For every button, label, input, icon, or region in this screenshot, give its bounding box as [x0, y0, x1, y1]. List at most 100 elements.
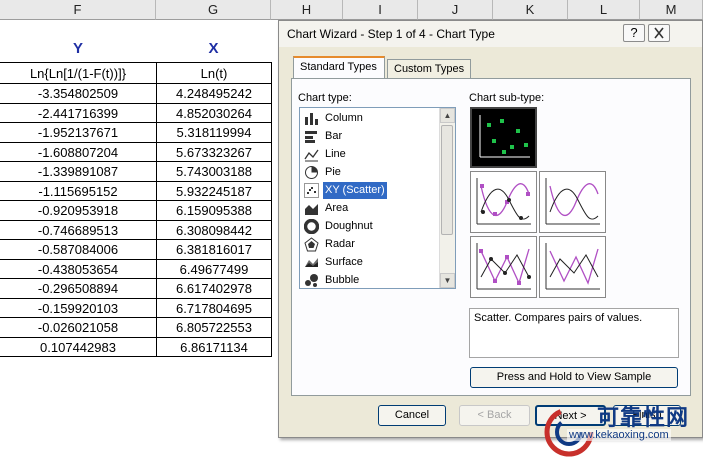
chart-type-label-text: Bubble — [325, 274, 360, 286]
title-bar[interactable]: Chart Wizard - Step 1 of 4 - Chart Type … — [279, 21, 702, 47]
column-header-g[interactable]: G — [156, 0, 271, 20]
chart-type-item[interactable]: Radar — [302, 236, 438, 253]
close-icon — [654, 27, 664, 39]
chart-type-item[interactable]: Column — [302, 110, 438, 127]
y-value-cell[interactable]: -3.354802509 — [0, 84, 157, 104]
chart-type-item[interactable]: Bar — [302, 128, 438, 145]
chart-type-label-text: Doughnut — [325, 220, 373, 232]
doughnut-chart-icon — [304, 219, 319, 234]
column-header-m[interactable]: M — [640, 0, 703, 20]
x-value-cell[interactable]: 6.159095388 — [156, 201, 272, 221]
radar-chart-icon — [304, 237, 319, 252]
scatter-markers-icon — [479, 115, 530, 158]
subtype-straight-markers[interactable] — [470, 236, 537, 298]
chart-type-item[interactable]: Line — [302, 146, 438, 163]
chart-type-item[interactable]: Bubble — [302, 272, 438, 288]
help-button[interactable]: ? — [623, 24, 645, 42]
watermark-brand: 可靠性网 — [597, 405, 690, 430]
y-value-cell[interactable]: 0.107442983 — [0, 338, 157, 357]
y-value-cell[interactable]: -0.026021058 — [0, 318, 157, 338]
chart-type-label-text: Pie — [325, 166, 341, 178]
dialog-title: Chart Wizard - Step 1 of 4 - Chart Type — [287, 27, 495, 41]
standard-types-panel: Chart type: Chart sub-type: Column Bar L… — [291, 78, 691, 396]
chart-type-list[interactable]: Column Bar Line Pie XY (Scatter) Area Do… — [299, 107, 456, 289]
cancel-button[interactable]: Cancel — [378, 405, 446, 426]
scroll-up-button[interactable]: ▲ — [440, 108, 455, 123]
smoothed-lines-icon — [545, 178, 600, 225]
watermark-url: www.kekaoxing.com — [567, 429, 671, 441]
chart-type-item[interactable]: Doughnut — [302, 218, 438, 235]
surface-chart-icon — [305, 258, 318, 267]
pie-chart-icon — [305, 166, 318, 179]
press-hold-sample-button[interactable]: Press and Hold to View Sample — [470, 367, 678, 388]
scroll-thumb[interactable] — [441, 125, 453, 235]
y-value-cell[interactable]: -1.115695152 — [0, 182, 157, 201]
chart-type-item[interactable]: XY (Scatter) — [302, 182, 438, 199]
x-label: X — [208, 40, 219, 57]
y-label: Y — [72, 40, 83, 57]
x-value-cell[interactable]: 4.852030264 — [156, 104, 272, 123]
y-value-cell[interactable]: -0.920953918 — [0, 201, 157, 221]
x-value-cell[interactable]: 6.86171134 — [156, 338, 272, 357]
x-value-cell[interactable]: 5.318119994 — [156, 123, 272, 143]
subtype-smoothed-markers[interactable] — [470, 171, 537, 233]
x-value-cell[interactable]: 6.717804695 — [156, 299, 272, 318]
scroll-down-button[interactable]: ▼ — [440, 273, 455, 288]
x-value-cell[interactable]: 6.381816017 — [156, 240, 272, 260]
chart-type-label-text: Surface — [325, 256, 363, 268]
chart-type-label-text: Bar — [325, 130, 343, 142]
column-header-i[interactable]: I — [343, 0, 418, 20]
y-value-cell[interactable]: -1.608807204 — [0, 143, 157, 162]
x-value-cell[interactable]: 6.617402978 — [156, 279, 272, 299]
y-value-cell[interactable]: -0.159920103 — [0, 299, 157, 318]
chart-type-item[interactable]: Surface — [302, 254, 438, 271]
x-value-cell[interactable]: 4.248495242 — [156, 84, 272, 104]
y-header-cell[interactable]: Ln{Ln[1/(1-F(t))]} — [0, 62, 157, 84]
subtype-straight-lines[interactable] — [539, 236, 606, 298]
column-header-j[interactable]: J — [418, 0, 493, 20]
bar-chart-icon — [305, 131, 317, 143]
y-value-cell[interactable]: -0.746689513 — [0, 221, 157, 240]
y-value-cell[interactable]: -0.438053654 — [0, 260, 157, 279]
x-value-cell[interactable]: 6.49677499 — [156, 260, 272, 279]
column-header-l[interactable]: L — [568, 0, 640, 20]
chart-type-label: Chart type: — [298, 92, 352, 104]
column-header-h[interactable]: H — [271, 0, 343, 20]
chart-type-label-text: XY (Scatter) — [323, 182, 387, 199]
bubble-chart-icon — [305, 274, 318, 287]
y-value-cell[interactable]: -2.441716399 — [0, 104, 157, 123]
chart-subtype-label: Chart sub-type: — [469, 92, 545, 104]
column-header-f[interactable]: F — [0, 0, 156, 20]
column-chart-icon — [305, 113, 318, 125]
y-value-cell[interactable]: -0.587084006 — [0, 240, 157, 260]
chart-type-label-text: Area — [325, 202, 349, 214]
subtype-smoothed-lines[interactable] — [539, 171, 606, 233]
chart-type-label-text: Column — [325, 112, 363, 124]
x-value-cell[interactable]: 5.673323267 — [156, 143, 272, 162]
x-value-cell[interactable]: 5.932245187 — [156, 182, 272, 201]
chart-wizard-dialog: Chart Wizard - Step 1 of 4 - Chart Type … — [278, 20, 703, 438]
tab-standard-types[interactable]: Standard Types — [293, 56, 385, 79]
chart-type-label-text: Radar — [325, 238, 355, 250]
column-header-k[interactable]: K — [493, 0, 568, 20]
area-chart-icon — [305, 204, 318, 215]
y-value-cell[interactable]: -1.952137671 — [0, 123, 157, 143]
x-value-cell[interactable]: 6.805722553 — [156, 318, 272, 338]
straight-lines-markers-icon — [476, 243, 531, 290]
chart-type-item[interactable]: Pie — [302, 164, 438, 181]
subtype-description: Scatter. Compares pairs of values. — [469, 308, 679, 358]
chart-type-label-text: Line — [325, 148, 346, 160]
y-value-cell[interactable]: -1.339891087 — [0, 162, 157, 182]
smoothed-lines-markers-icon — [476, 178, 531, 225]
x-header-cell[interactable]: Ln(t) — [156, 62, 272, 84]
x-value-cell[interactable]: 6.308098442 — [156, 221, 272, 240]
chart-type-scrollbar[interactable]: ▲ ▼ — [439, 108, 455, 288]
x-value-cell[interactable]: 5.743003188 — [156, 162, 272, 182]
chart-type-item[interactable]: Area — [302, 200, 438, 217]
tab-custom-types[interactable]: Custom Types — [387, 59, 471, 79]
watermark: 可靠性网 www.kekaoxing.com — [503, 396, 703, 464]
y-value-cell[interactable]: -0.296508894 — [0, 279, 157, 299]
subtype-scatter-markers[interactable] — [470, 107, 537, 168]
straight-lines-icon — [545, 243, 600, 290]
close-button[interactable] — [648, 24, 670, 42]
